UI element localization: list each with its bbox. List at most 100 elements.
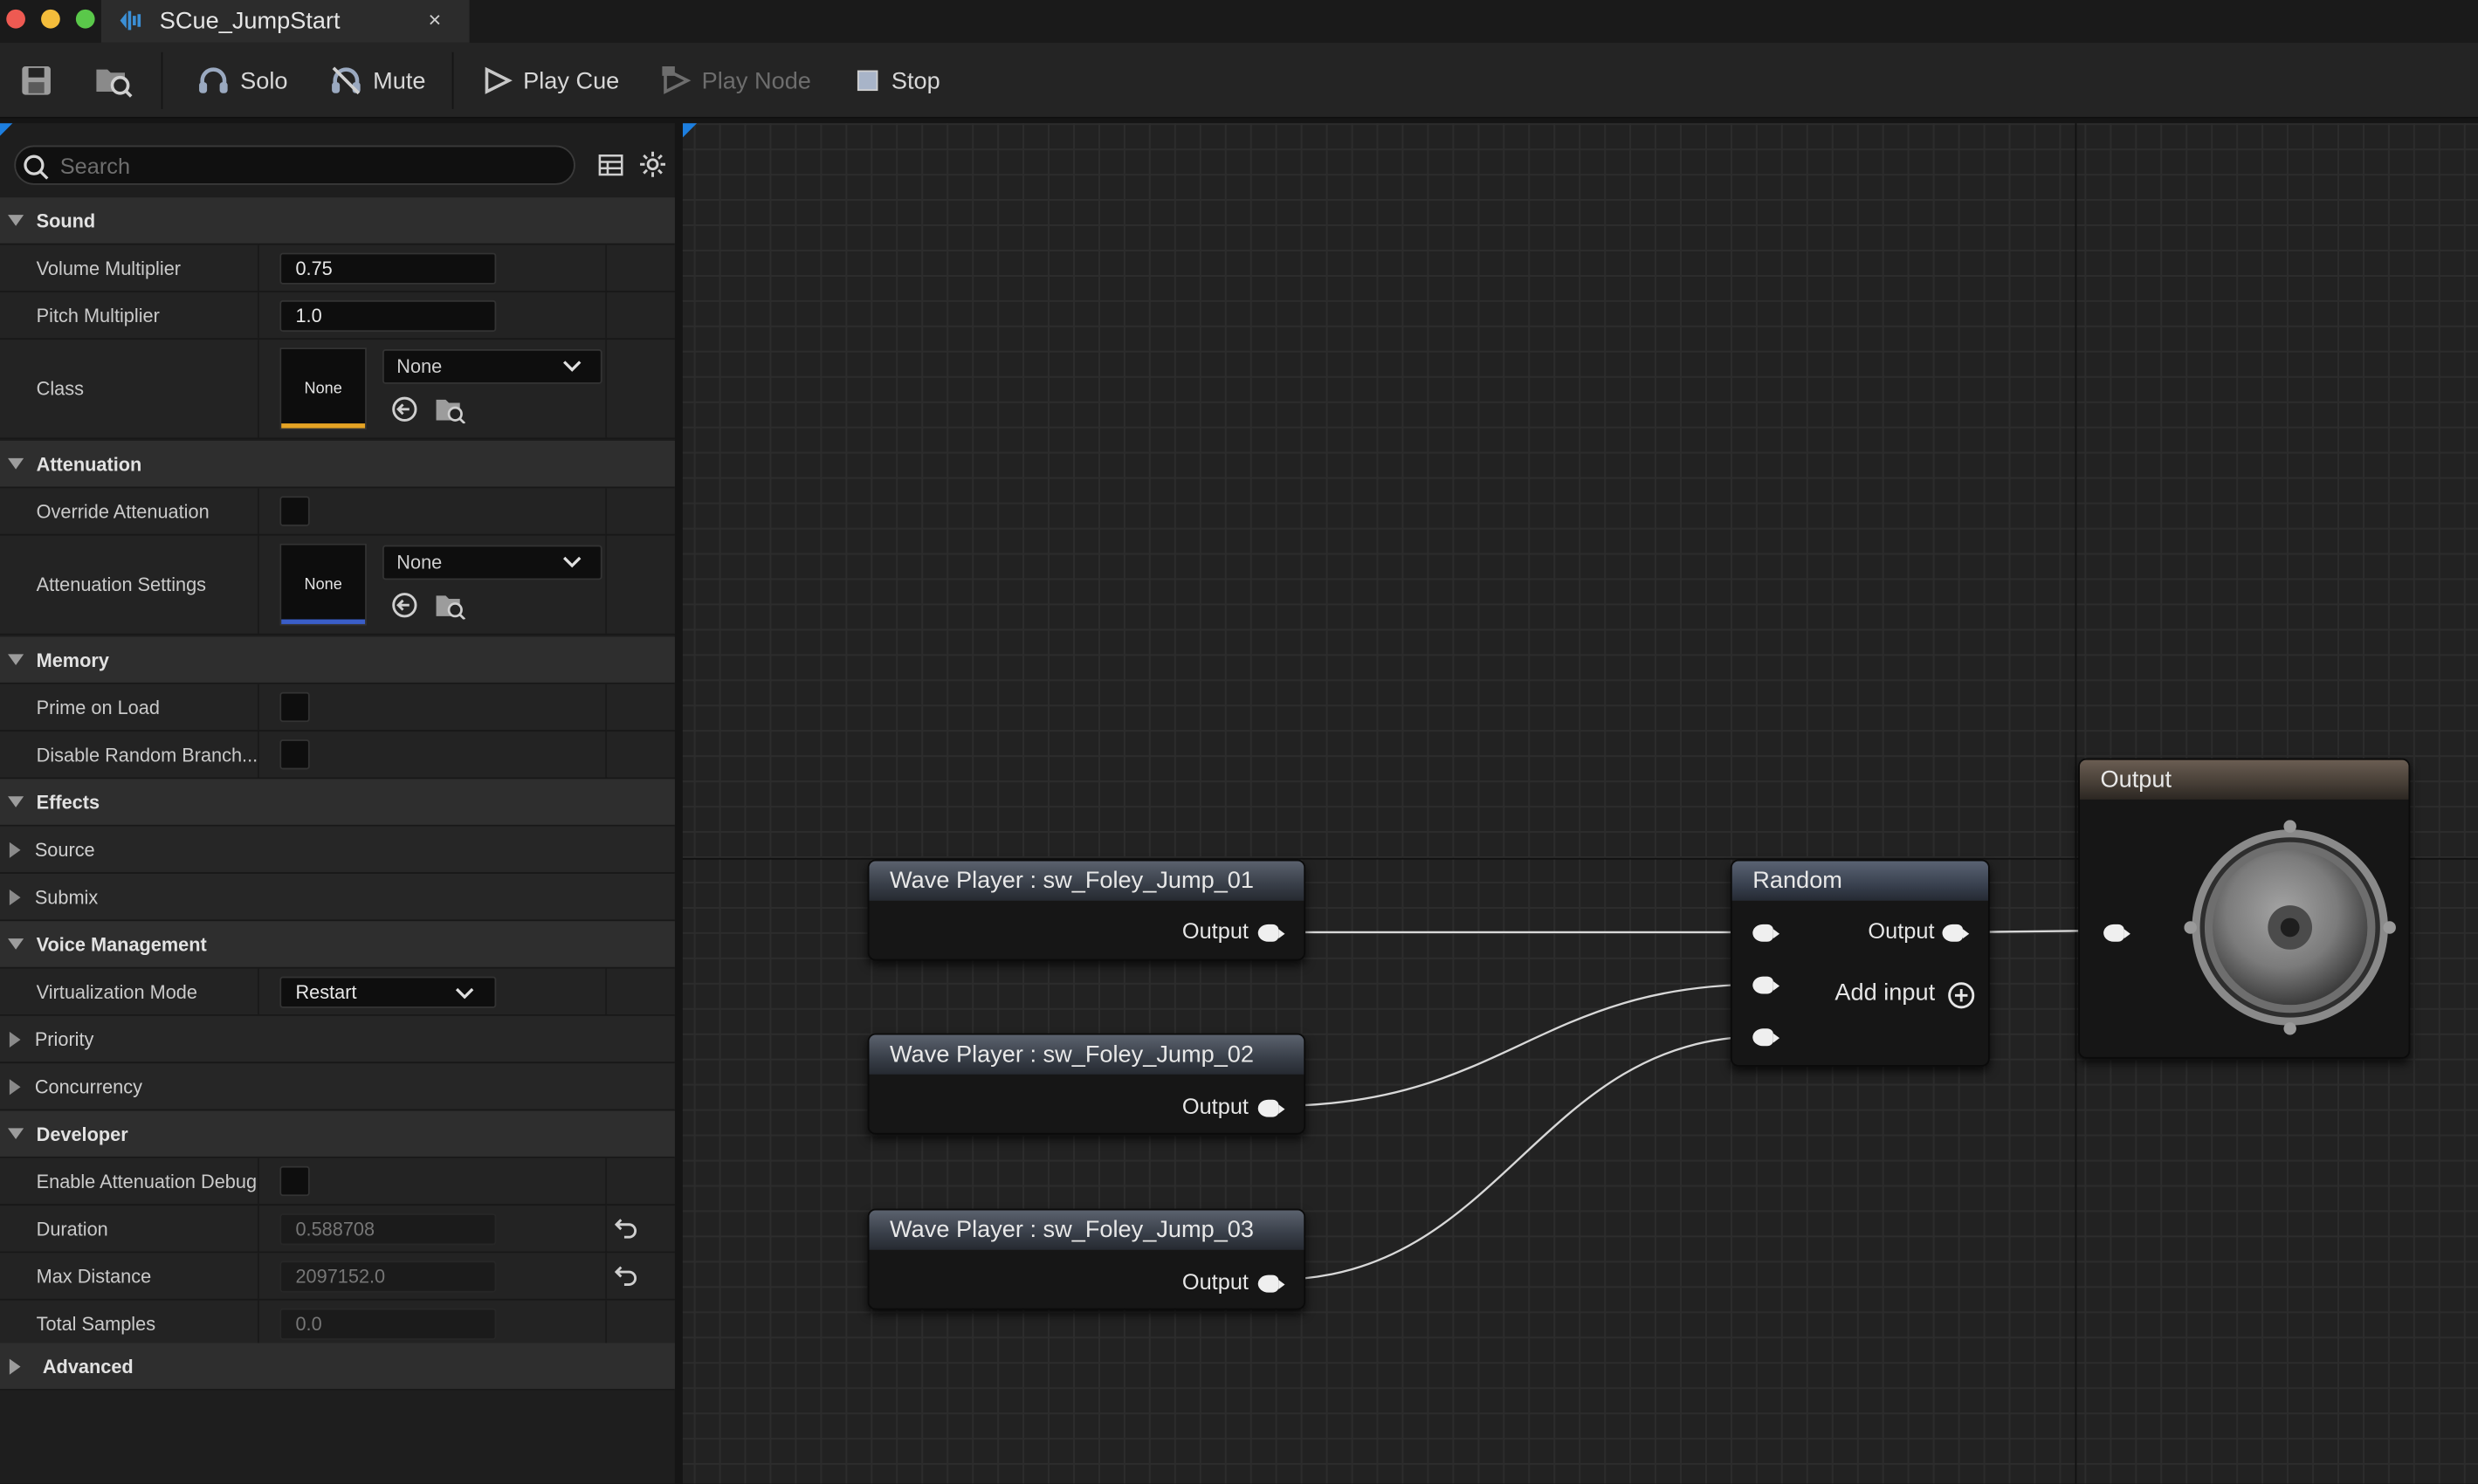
search-box[interactable] (14, 145, 575, 185)
details-panel: Sound Volume Multiplier 0.75 Pitch Multip… (0, 123, 675, 1484)
enable-attenuation-debug-checkbox[interactable] (279, 1165, 310, 1197)
volume-multiplier-field[interactable]: 0.75 (279, 251, 497, 284)
property-label: Virtualization Mode (36, 980, 197, 1003)
category-advanced[interactable]: Advanced (0, 1343, 675, 1391)
property-duration: Duration 0.588708 (0, 1206, 675, 1254)
minimize-window-button[interactable] (41, 9, 60, 29)
column-divider[interactable] (258, 684, 259, 731)
table-view-icon[interactable] (597, 152, 624, 179)
browse-asset-icon[interactable] (435, 395, 466, 424)
virtualization-mode-dropdown[interactable]: Restart (279, 975, 497, 1007)
add-input-label[interactable]: Add input (1834, 979, 1935, 1007)
asset-type-color-bar (281, 423, 366, 429)
stop-button[interactable]: Stop (853, 58, 940, 103)
subcategory-concurrency[interactable]: Concurrency (0, 1063, 675, 1111)
column-divider (605, 292, 608, 339)
class-asset-combo[interactable]: None (382, 349, 602, 384)
prime-on-load-checkbox[interactable] (279, 691, 310, 723)
column-divider[interactable] (258, 968, 259, 1015)
property-disable-random-branch: Disable Random Branch... (0, 732, 675, 780)
column-divider[interactable] (258, 340, 259, 438)
graph-canvas[interactable]: Wave Player : sw_Foley_Jump_01 Output Wa… (682, 123, 2478, 1484)
use-selected-asset-icon[interactable] (390, 591, 419, 620)
subcategory-source[interactable]: Source (0, 826, 675, 874)
output-pin[interactable] (1257, 1099, 1285, 1117)
collapse-arrow-icon (8, 938, 24, 950)
browse-folder-icon (96, 69, 133, 98)
property-prime-on-load: Prime on Load (0, 684, 675, 732)
column-divider[interactable] (258, 1206, 259, 1252)
column-divider[interactable] (258, 488, 259, 534)
wave-player-node-1[interactable]: Wave Player : sw_Foley_Jump_01 Output (867, 859, 1306, 961)
category-sound[interactable]: Sound (0, 197, 675, 245)
property-label: Enable Attenuation Debug (36, 1170, 258, 1192)
subcategory-label: Priority (34, 1027, 94, 1050)
speaker-icon (2184, 820, 2396, 1035)
property-label: Total Samples (36, 1312, 156, 1335)
settings-gear-icon[interactable] (638, 150, 667, 179)
pitch-multiplier-field[interactable]: 1.0 (279, 299, 497, 332)
solo-label: Solo (240, 66, 288, 94)
reset-to-default-icon[interactable] (615, 1219, 637, 1240)
subcategory-priority[interactable]: Priority (0, 1015, 675, 1064)
node-title: Random (1731, 861, 1988, 901)
use-selected-asset-icon[interactable] (390, 395, 419, 424)
browse-button[interactable] (93, 58, 134, 103)
wire-wave3-to-random[interactable] (1273, 1035, 1763, 1281)
column-divider (605, 488, 608, 534)
output-pin[interactable] (1257, 924, 1285, 942)
category-attenuation[interactable]: Attenuation (0, 440, 675, 489)
input-pin[interactable] (2103, 924, 2130, 942)
attenuation-asset-thumbnail[interactable]: None (279, 543, 367, 626)
column-divider[interactable] (258, 535, 259, 634)
category-memory[interactable]: Memory (0, 636, 675, 684)
solo-button[interactable]: Solo (196, 58, 287, 103)
column-divider[interactable] (258, 1158, 259, 1205)
browse-asset-icon[interactable] (435, 591, 466, 620)
collapse-arrow-icon (8, 796, 24, 807)
random-node[interactable]: Random Output Add input (1730, 859, 1990, 1067)
play-node-button[interactable]: Play Node (661, 58, 811, 103)
chevron-down-icon (563, 361, 582, 372)
sound-cue-icon (117, 8, 146, 38)
maximize-window-button[interactable] (75, 9, 95, 29)
category-effects[interactable]: Effects (0, 779, 675, 827)
add-input-plus-icon[interactable] (1947, 981, 1976, 1010)
disable-random-branch-checkbox[interactable] (279, 739, 310, 770)
output-pin[interactable] (1942, 924, 1970, 942)
attenuation-asset-combo[interactable]: None (382, 545, 602, 581)
toolbar-separator (161, 52, 163, 109)
expand-arrow-icon (9, 889, 21, 905)
mute-button[interactable]: Mute (328, 58, 426, 103)
class-asset-thumbnail[interactable]: None (279, 347, 367, 430)
subcategory-submix[interactable]: Submix (0, 873, 675, 922)
save-button[interactable] (19, 58, 54, 103)
column-divider[interactable] (258, 1300, 259, 1347)
output-node[interactable]: Output (2078, 758, 2411, 1059)
close-tab-icon[interactable]: × (429, 6, 442, 31)
panel-corner-marker (0, 123, 13, 136)
input-pin-1[interactable] (1752, 924, 1780, 942)
input-pin-3[interactable] (1752, 1028, 1780, 1047)
column-divider[interactable] (258, 292, 259, 339)
output-pin[interactable] (1257, 1274, 1285, 1293)
search-input[interactable] (59, 152, 534, 178)
category-voice-management[interactable]: Voice Management (0, 921, 675, 969)
input-pin-2[interactable] (1752, 976, 1780, 994)
wave-player-node-2[interactable]: Wave Player : sw_Foley_Jump_02 Output (867, 1033, 1306, 1135)
tab-scue-jumpstart[interactable]: SCue_JumpStart × (100, 0, 470, 43)
play-cue-button[interactable]: Play Cue (482, 58, 619, 103)
property-label: Prime on Load (36, 696, 160, 718)
category-developer[interactable]: Developer (0, 1110, 675, 1158)
collapse-arrow-icon (8, 215, 24, 226)
property-max-distance: Max Distance 2097152.0 (0, 1253, 675, 1301)
column-divider[interactable] (258, 732, 259, 778)
wave-player-node-3[interactable]: Wave Player : sw_Foley_Jump_03 Output (867, 1208, 1306, 1310)
reset-to-default-icon[interactable] (615, 1266, 637, 1287)
override-attenuation-checkbox[interactable] (279, 496, 310, 526)
search-icon (24, 155, 49, 180)
subcategory-label: Source (34, 838, 95, 861)
column-divider[interactable] (258, 1253, 259, 1299)
column-divider[interactable] (258, 244, 259, 292)
close-window-button[interactable] (6, 9, 25, 29)
